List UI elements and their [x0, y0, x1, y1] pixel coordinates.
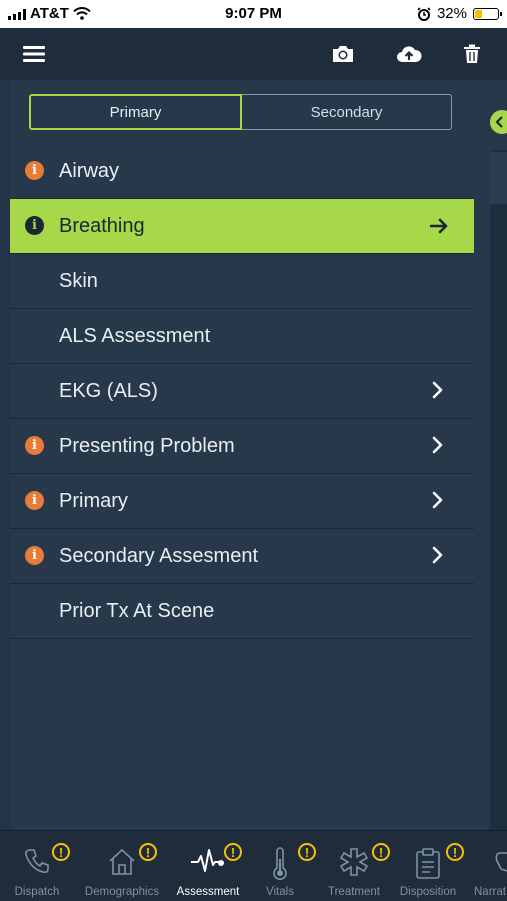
list-item-label: Primary	[59, 489, 128, 512]
list-item-prior-tx[interactable]: Prior Tx At Scene	[10, 584, 474, 639]
list-item-airway[interactable]: i Airway	[10, 144, 474, 199]
camera-button[interactable]	[321, 28, 365, 80]
warning-badge: !	[446, 843, 464, 861]
detail-panel-edge	[474, 80, 507, 830]
app-header	[0, 28, 507, 80]
warning-badge: !	[139, 843, 157, 861]
upload-icon	[397, 46, 422, 62]
list-item-label: Secondary Assesment	[59, 544, 258, 567]
list-item-label: Presenting Problem	[59, 434, 235, 457]
list-item-label: Airway	[59, 159, 120, 182]
status-right: 32%	[417, 5, 502, 22]
chevron-right-icon	[432, 436, 443, 454]
list-item-secondary-assessment[interactable]: i Secondary Assesment	[10, 529, 474, 584]
chevron-right-icon	[432, 491, 443, 509]
info-icon[interactable]: i	[25, 216, 44, 235]
camera-icon	[333, 46, 353, 62]
list-item-presenting-problem[interactable]: i Presenting Problem	[10, 419, 474, 474]
assessment-list: i Airway i Breathing Skin ALS Assessment…	[10, 144, 474, 639]
upload-button[interactable]	[387, 28, 431, 80]
list-item-breathing[interactable]: i Breathing	[10, 199, 474, 254]
segment-control: Primary Secondary	[29, 94, 452, 130]
tab-primary[interactable]: Primary	[29, 94, 242, 130]
battery-percent: 32%	[436, 5, 467, 22]
chevron-left-icon	[495, 116, 503, 128]
tab-label: Treatment	[328, 886, 380, 898]
battery-icon	[473, 7, 502, 20]
pulse-icon	[191, 849, 224, 872]
list-item-label: Skin	[59, 269, 98, 292]
detail-panel	[490, 150, 507, 830]
status-bar: AT&T 9:07 PM 32%	[0, 0, 507, 28]
assessment-panel: Primary Secondary i Airway i Breathing S…	[10, 80, 474, 830]
list-item-label: ALS Assessment	[59, 324, 211, 347]
list-item-ekg[interactable]: EKG (ALS)	[10, 364, 474, 419]
tab-label: Assessment	[176, 886, 240, 898]
tab-demographics[interactable]: ! Demographics	[80, 831, 164, 901]
menu-button[interactable]	[12, 28, 56, 80]
list-item-als-assessment[interactable]: ALS Assessment	[10, 309, 474, 364]
info-icon[interactable]: i	[25, 161, 44, 180]
tab-label: Vitals	[266, 886, 294, 898]
collapse-button[interactable]	[490, 110, 507, 134]
house-icon	[109, 848, 135, 875]
detail-field	[490, 152, 507, 204]
tab-label: Dispatch	[14, 886, 60, 898]
clipboard-icon	[416, 848, 440, 879]
alarm-icon	[417, 6, 431, 21]
info-icon[interactable]: i	[25, 546, 44, 565]
tab-vitals[interactable]: ! Vitals	[252, 831, 316, 901]
tab-treatment[interactable]: ! Treatment	[316, 831, 392, 901]
tab-narrative[interactable]: Narrat	[466, 831, 507, 901]
hand-icon	[495, 852, 507, 872]
warning-badge: !	[298, 843, 316, 861]
tab-label: Disposition	[399, 886, 457, 898]
info-icon[interactable]: i	[25, 436, 44, 455]
delete-button[interactable]	[450, 28, 494, 80]
thermometer-icon	[273, 847, 287, 880]
menu-icon	[23, 46, 45, 62]
warning-badge: !	[52, 843, 70, 861]
list-item-label: EKG (ALS)	[59, 379, 158, 402]
list-item-primary[interactable]: i Primary	[10, 474, 474, 529]
chevron-right-icon	[432, 546, 443, 564]
tab-secondary[interactable]: Secondary	[242, 94, 452, 130]
warning-badge: !	[372, 843, 390, 861]
tab-label: Narrat	[474, 886, 506, 898]
arrow-right-icon	[430, 218, 448, 234]
chevron-right-icon	[432, 381, 443, 399]
list-item-label: Prior Tx At Scene	[59, 599, 215, 622]
bottom-tab-bar: ! Dispatch ! Demographics ! Assessment !…	[0, 830, 507, 901]
phone-icon	[25, 849, 49, 874]
star-of-life-icon	[339, 848, 369, 876]
tab-dispatch[interactable]: ! Dispatch	[0, 831, 74, 901]
info-icon[interactable]: i	[25, 491, 44, 510]
list-item-label: Breathing	[59, 214, 145, 237]
tab-label: Demographics	[84, 886, 160, 898]
tab-disposition[interactable]: ! Disposition	[394, 831, 464, 901]
warning-badge: !	[224, 843, 242, 861]
tab-assessment[interactable]: ! Assessment	[168, 831, 248, 901]
list-item-skin[interactable]: Skin	[10, 254, 474, 309]
trash-icon	[464, 44, 480, 63]
